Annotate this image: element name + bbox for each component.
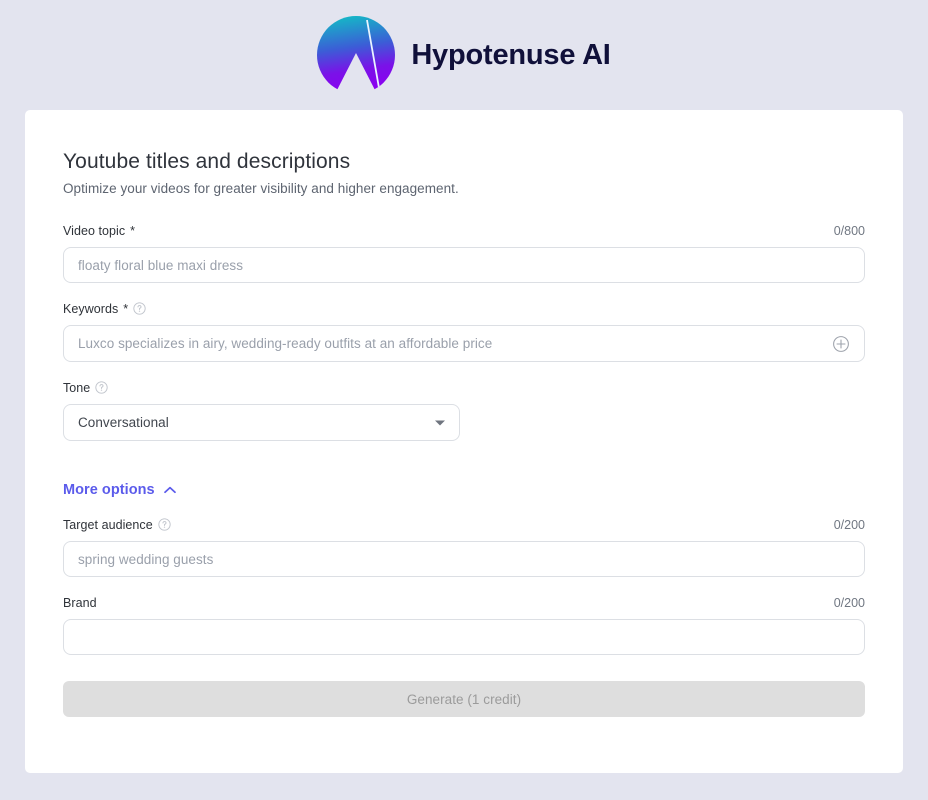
field-head-brand: Brand 0/200 [63,594,865,611]
more-options-toggle[interactable]: More options [63,482,176,498]
keywords-input[interactable]: Luxco specializes in airy, wedding-ready… [63,325,865,362]
brand-input[interactable] [63,619,865,655]
more-options-label: More options [63,482,155,498]
field-keywords: Keywords * Luxco specializes in airy, we… [63,300,865,362]
generate-button-label: Generate (1 credit) [406,691,522,707]
target-audience-input[interactable]: spring wedding guests [63,541,865,577]
label-brand: Brand [63,595,97,610]
hypotenuse-logo-icon [317,16,396,94]
label-video-topic: Video topic [63,223,126,238]
help-circle-icon[interactable] [95,381,108,394]
keywords-placeholder: Luxco specializes in airy, wedding-ready… [78,336,493,351]
form-card: Youtube titles and descriptions Optimize… [25,110,903,773]
counter-target-audience: 0/200 [833,517,865,532]
video-topic-placeholder: floaty floral blue maxi dress [78,257,244,273]
label-group-tone: Tone [63,381,108,395]
required-marker-keywords: * [123,301,129,316]
brand-header: Hypotenuse AI [0,0,928,110]
field-target-audience: Target audience 0/200 spring wedding gue… [63,516,865,577]
plus-circle-icon[interactable] [832,335,850,353]
help-circle-icon[interactable] [133,302,146,315]
field-tone: Tone Conversational [63,379,865,441]
page-title: Youtube titles and descriptions [63,150,351,173]
video-topic-input[interactable]: floaty floral blue maxi dress [63,247,865,283]
label-group-brand: Brand [63,596,97,610]
field-head-target-audience: Target audience 0/200 [63,516,865,533]
page-subtitle: Optimize your videos for greater visibil… [63,181,459,196]
chevron-up-icon[interactable] [163,486,176,494]
field-head-video-topic: Video topic * 0/800 [63,222,865,239]
tone-selected-value: Conversational [78,415,169,430]
tone-select[interactable]: Conversational [63,404,460,441]
field-head-keywords: Keywords * [63,300,865,317]
label-group-target-audience: Target audience [63,518,171,532]
counter-video-topic: 0/800 [833,223,865,238]
help-circle-icon[interactable] [158,518,171,531]
target-audience-placeholder: spring wedding guests [78,551,214,567]
brand-name: Hypotenuse AI [411,38,611,71]
label-target-audience: Target audience [63,517,153,532]
label-group-video-topic: Video topic * [63,224,135,238]
label-tone: Tone [63,380,91,395]
generate-button[interactable]: Generate (1 credit) [63,681,865,717]
field-video-topic: Video topic * 0/800 floaty floral blue m… [63,222,865,283]
label-keywords: Keywords [63,301,119,316]
required-marker-video-topic: * [130,223,136,238]
field-head-tone: Tone [63,379,865,396]
field-brand: Brand 0/200 [63,594,865,655]
label-group-keywords: Keywords * [63,302,146,316]
counter-brand: 0/200 [833,595,865,610]
chevron-down-icon[interactable] [435,420,445,425]
